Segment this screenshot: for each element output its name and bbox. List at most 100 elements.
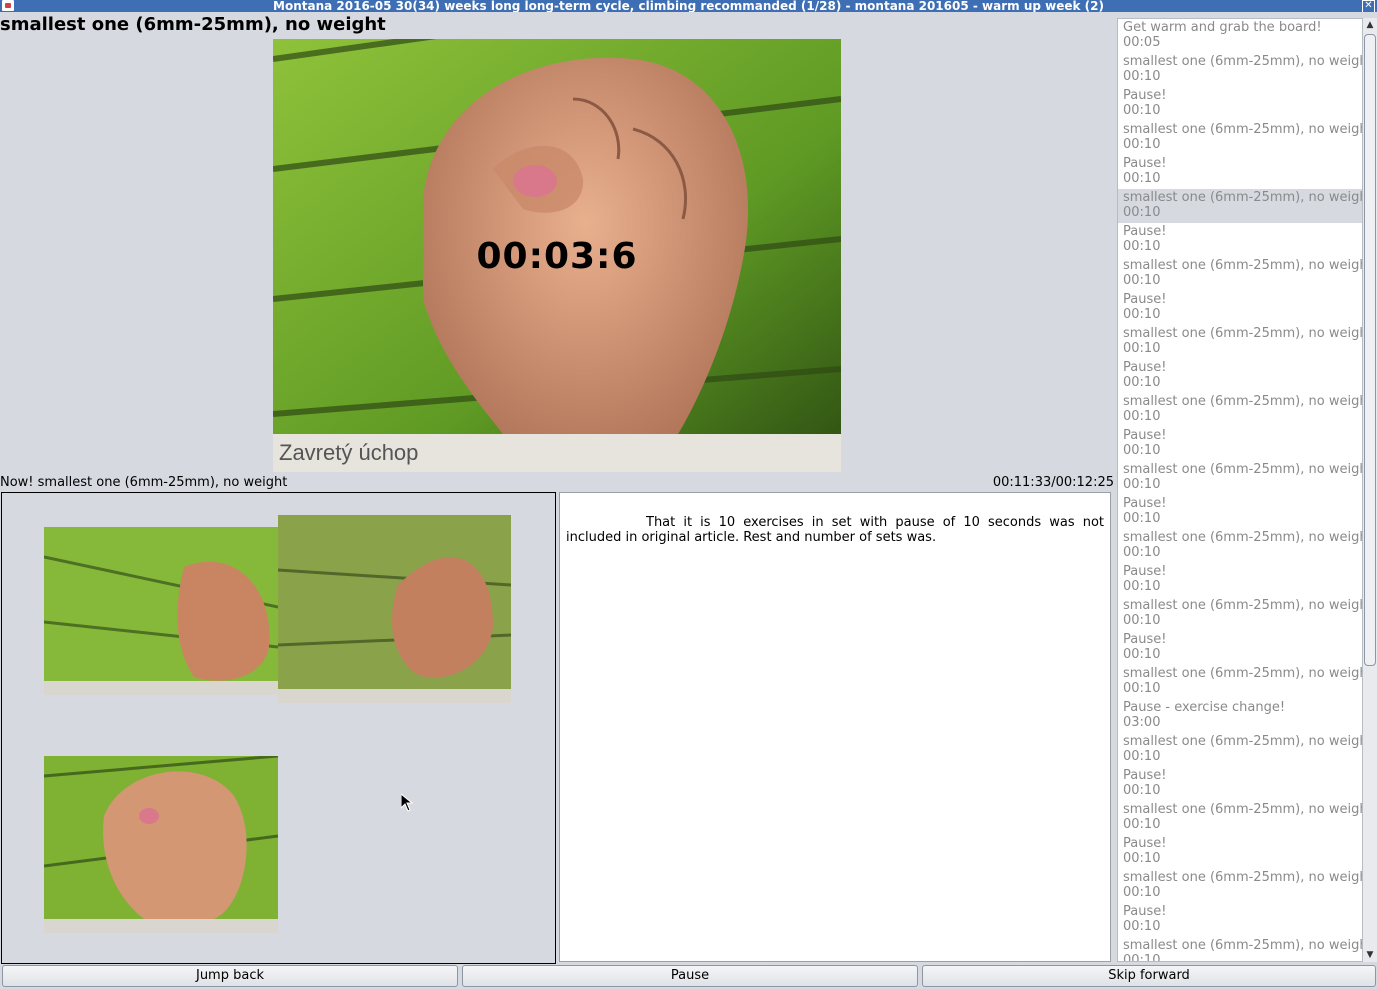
playlist-item-duration: 00:10 bbox=[1123, 817, 1161, 832]
playlist-item-duration: 00:10 bbox=[1123, 69, 1161, 84]
playlist-item[interactable]: Pause! 00:10 bbox=[1118, 495, 1362, 529]
playlist-item-duration: 00:10 bbox=[1123, 511, 1161, 526]
exercise-note[interactable]: That it is 10 exercises in set with paus… bbox=[559, 492, 1111, 962]
thumbnail-caption-strip bbox=[278, 689, 511, 703]
playlist-item-label: Pause - exercise change! bbox=[1123, 700, 1286, 715]
playlist-item-label: Pause! bbox=[1123, 496, 1167, 511]
playlist-item-label: Pause! bbox=[1123, 836, 1167, 851]
playlist-item-label: smallest one (6mm-25mm), no weight bbox=[1123, 462, 1362, 477]
thumbnail-photo bbox=[44, 756, 278, 933]
playlist-item-label: smallest one (6mm-25mm), no weight bbox=[1123, 734, 1362, 749]
playlist-item-label: smallest one (6mm-25mm), no weight bbox=[1123, 54, 1362, 69]
playlist-item[interactable]: Pause - exercise change! 03:00 bbox=[1118, 699, 1362, 733]
playlist-item-duration: 00:10 bbox=[1123, 851, 1161, 866]
window-titlebar: Montana 2016-05 30(34) weeks long long-t… bbox=[0, 0, 1377, 12]
thumbnail-image[interactable] bbox=[44, 527, 278, 695]
playlist-item-duration: 00:10 bbox=[1123, 477, 1161, 492]
playlist-item-duration: 00:10 bbox=[1123, 307, 1161, 322]
playlist-item-label: Pause! bbox=[1123, 904, 1167, 919]
playlist-item[interactable]: smallest one (6mm-25mm), no weight 00:10 bbox=[1118, 53, 1362, 87]
playlist-item[interactable]: Pause! 00:10 bbox=[1118, 835, 1362, 869]
playlist-item[interactable]: Pause! 00:10 bbox=[1118, 291, 1362, 325]
playlist-item[interactable]: Pause! 00:10 bbox=[1118, 767, 1362, 801]
playlist-item[interactable]: smallest one (6mm-25mm), no weight 00:10 bbox=[1118, 597, 1362, 631]
playlist-item[interactable]: Pause! 00:10 bbox=[1118, 563, 1362, 597]
playlist-item[interactable]: smallest one (6mm-25mm), no weight 00:10 bbox=[1118, 257, 1362, 291]
thumbnail-panel bbox=[1, 492, 556, 964]
playlist-item-label: smallest one (6mm-25mm), no weight bbox=[1123, 870, 1362, 885]
playlist-item-duration: 00:10 bbox=[1123, 545, 1161, 560]
playlist-item-label: Pause! bbox=[1123, 428, 1167, 443]
playlist-item[interactable]: Pause! 00:10 bbox=[1118, 631, 1362, 665]
playlist-item-duration: 00:10 bbox=[1123, 953, 1161, 962]
countdown-timer: 00:03:6 bbox=[476, 236, 638, 277]
playlist-item-label: smallest one (6mm-25mm), no weight bbox=[1123, 190, 1362, 205]
pause-button[interactable]: Pause bbox=[462, 965, 918, 987]
playlist-item-label: smallest one (6mm-25mm), no weight bbox=[1123, 394, 1362, 409]
image-caption: Zavretý úchop bbox=[279, 440, 419, 465]
thumbnail-caption-strip bbox=[44, 919, 278, 933]
playlist-item[interactable]: Pause! 00:10 bbox=[1118, 903, 1362, 937]
playlist-item[interactable]: smallest one (6mm-25mm), no weight 00:10 bbox=[1118, 665, 1362, 699]
playlist-item[interactable]: smallest one (6mm-25mm), no weight 00:10 bbox=[1118, 189, 1362, 223]
playlist-item[interactable]: smallest one (6mm-25mm), no weight 00:10 bbox=[1118, 529, 1362, 563]
playlist-item-label: smallest one (6mm-25mm), no weight bbox=[1123, 326, 1362, 341]
playlist-item-duration: 00:10 bbox=[1123, 681, 1161, 696]
playlist-item[interactable]: smallest one (6mm-25mm), no weight 00:10 bbox=[1118, 121, 1362, 155]
playlist-item-duration: 03:00 bbox=[1123, 715, 1161, 730]
playlist-item-duration: 00:10 bbox=[1123, 885, 1161, 900]
playlist-item[interactable]: smallest one (6mm-25mm), no weight 00:10 bbox=[1118, 733, 1362, 767]
now-status: Now! smallest one (6mm-25mm), no weight bbox=[0, 475, 288, 490]
playlist-item-duration: 00:10 bbox=[1123, 579, 1161, 594]
playlist-item-duration: 00:10 bbox=[1123, 273, 1161, 288]
playlist-item-label: Pause! bbox=[1123, 292, 1167, 307]
playlist-item[interactable]: smallest one (6mm-25mm), no weight 00:10 bbox=[1118, 869, 1362, 903]
playlist-item-duration: 00:05 bbox=[1123, 35, 1161, 50]
playlist-item-duration: 00:10 bbox=[1123, 205, 1161, 220]
playlist-item-duration: 00:10 bbox=[1123, 137, 1161, 152]
playlist-item[interactable]: smallest one (6mm-25mm), no weight 00:10 bbox=[1118, 937, 1362, 962]
playlist-item-label: smallest one (6mm-25mm), no weight bbox=[1123, 598, 1362, 613]
playlist-item-duration: 00:10 bbox=[1123, 613, 1161, 628]
playlist-item[interactable]: Pause! 00:10 bbox=[1118, 359, 1362, 393]
playlist-item-duration: 00:10 bbox=[1123, 409, 1161, 424]
playlist-item[interactable]: Pause! 00:10 bbox=[1118, 155, 1362, 189]
exercise-list[interactable]: Get warm and grab the board! 00:05 smalles… bbox=[1117, 18, 1363, 962]
playlist-item[interactable]: Get warm and grab the board! 00:05 bbox=[1118, 19, 1362, 53]
playlist-item-label: Pause! bbox=[1123, 156, 1167, 171]
thumbnail-caption-strip bbox=[44, 681, 278, 695]
playlist-item-label: Pause! bbox=[1123, 768, 1167, 783]
playlist-item[interactable]: Pause! 00:10 bbox=[1118, 87, 1362, 121]
skip-forward-button[interactable]: Skip forward bbox=[922, 965, 1376, 987]
playlist-item[interactable]: Pause! 00:10 bbox=[1118, 223, 1362, 257]
playlist-item-duration: 00:10 bbox=[1123, 919, 1161, 934]
close-icon[interactable]: ✕ bbox=[1362, 0, 1375, 12]
playlist-item-label: Get warm and grab the board! bbox=[1123, 20, 1322, 35]
playlist-item-duration: 00:10 bbox=[1123, 239, 1161, 254]
scroll-down-icon[interactable]: ▼ bbox=[1363, 948, 1377, 962]
scroll-up-icon[interactable]: ▲ bbox=[1363, 18, 1377, 32]
playlist-item[interactable]: Pause! 00:10 bbox=[1118, 427, 1362, 461]
playlist-item-label: smallest one (6mm-25mm), no weight bbox=[1123, 122, 1362, 137]
playlist-item-label: smallest one (6mm-25mm), no weight bbox=[1123, 258, 1362, 273]
playlist-item-label: smallest one (6mm-25mm), no weight bbox=[1123, 938, 1362, 953]
playlist-item-label: Pause! bbox=[1123, 224, 1167, 239]
playlist-item[interactable]: smallest one (6mm-25mm), no weight 00:10 bbox=[1118, 393, 1362, 427]
playlist-scrollbar[interactable]: ▲ ▼ bbox=[1363, 18, 1377, 962]
playlist-item-duration: 00:10 bbox=[1123, 647, 1161, 662]
thumbnail-image[interactable] bbox=[44, 756, 278, 933]
playlist-item[interactable]: smallest one (6mm-25mm), no weight 00:10 bbox=[1118, 801, 1362, 835]
mouse-pointer-icon bbox=[401, 794, 413, 812]
app-icon[interactable] bbox=[2, 0, 14, 11]
playlist-item-label: smallest one (6mm-25mm), no weight bbox=[1123, 666, 1362, 681]
playlist-item[interactable]: smallest one (6mm-25mm), no weight 00:10 bbox=[1118, 325, 1362, 359]
jump-back-button[interactable]: Jump back bbox=[2, 965, 458, 987]
thumbnail-photo bbox=[44, 527, 278, 695]
playlist-item[interactable]: smallest one (6mm-25mm), no weight 00:10 bbox=[1118, 461, 1362, 495]
scrollbar-thumb[interactable] bbox=[1364, 34, 1376, 666]
playlist-item-label: Pause! bbox=[1123, 88, 1167, 103]
playlist-item-duration: 00:10 bbox=[1123, 341, 1161, 356]
thumbnail-image[interactable] bbox=[278, 515, 511, 703]
exercise-image: Zavretý úchop 00:03:6 bbox=[273, 39, 841, 472]
playlist-item-label: Pause! bbox=[1123, 632, 1167, 647]
